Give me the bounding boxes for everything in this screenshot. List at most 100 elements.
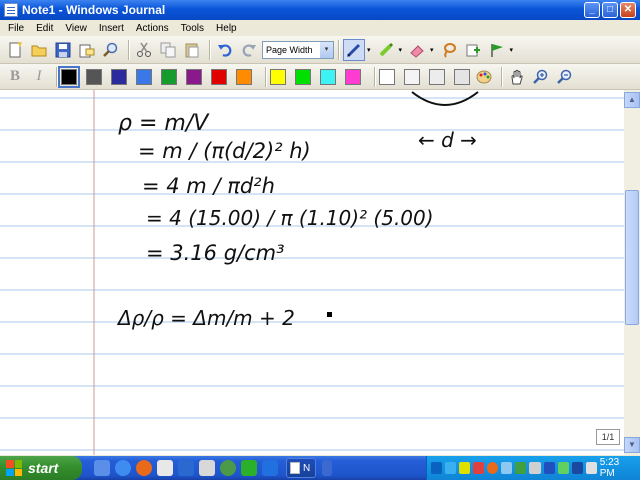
highlighter-tool-button[interactable]	[375, 39, 397, 61]
highlighter-icon	[379, 42, 393, 56]
cut-button[interactable]	[133, 39, 155, 61]
highlighter-color-swatch-4[interactable]	[345, 68, 361, 85]
highlighter-dropdown-arrow[interactable]: ▾	[399, 46, 403, 54]
email-icon[interactable]	[157, 460, 173, 476]
collapse-tray-icon[interactable]	[431, 462, 443, 474]
zoom-in-button[interactable]	[530, 66, 552, 88]
copy-button[interactable]	[157, 39, 179, 61]
pen-color-swatch-3[interactable]	[111, 68, 127, 85]
pan-tool-button[interactable]	[506, 66, 528, 88]
taskbar-journal-button[interactable]: N	[286, 458, 316, 478]
pen-color-swatch-5[interactable]	[161, 68, 177, 85]
monitor-icon[interactable]	[501, 462, 513, 474]
minimize-button[interactable]: _	[584, 2, 600, 18]
new-note-button[interactable]	[4, 39, 26, 61]
menu-insert[interactable]: Insert	[93, 23, 130, 34]
paste-button[interactable]	[181, 39, 203, 61]
save-button[interactable]	[52, 39, 74, 61]
eraser-dropdown-arrow[interactable]: ▾	[430, 46, 434, 54]
palette-icon	[476, 70, 492, 83]
messenger-icon[interactable]	[241, 460, 257, 476]
scroll-up-button[interactable]: ▲	[624, 92, 640, 108]
insert-space-button[interactable]	[462, 39, 484, 61]
menu-help[interactable]: Help	[210, 23, 243, 34]
window-title: Note1 - Windows Journal	[22, 3, 166, 17]
photo-viewer-icon[interactable]	[262, 460, 278, 476]
taskbar-expand-icon[interactable]	[322, 460, 332, 476]
menu-tools[interactable]: Tools	[175, 23, 210, 34]
network-icon[interactable]	[445, 462, 457, 474]
color-palette-button[interactable]	[473, 66, 495, 88]
folder-icon	[31, 45, 47, 56]
clock[interactable]: 5:23 PM	[600, 457, 634, 479]
firefox-icon[interactable]	[136, 460, 152, 476]
journal-app-icon[interactable]	[4, 3, 18, 17]
menu-view[interactable]: View	[59, 23, 93, 34]
menu-edit[interactable]: Edit	[30, 23, 59, 34]
highlighter-color-swatch-3[interactable]	[320, 68, 336, 85]
redo-button[interactable]	[238, 39, 260, 61]
start-button[interactable]: start	[0, 456, 82, 480]
pen-color-swatch-1[interactable]	[58, 65, 80, 88]
bluetooth-icon[interactable]	[543, 462, 555, 474]
close-button[interactable]: ✕	[620, 2, 636, 18]
maximize-button[interactable]: □	[602, 2, 618, 18]
vertical-scrollbar[interactable]: ▲ ▼	[624, 90, 640, 455]
taskbar-journal-label: N	[303, 462, 311, 474]
eraser-icon	[410, 44, 424, 58]
new-note-icon	[9, 41, 22, 57]
volume-icon[interactable]	[585, 462, 597, 474]
explorer-window-icon[interactable]	[199, 460, 215, 476]
update-icon[interactable]	[515, 462, 527, 474]
menu-file[interactable]: File	[2, 23, 30, 34]
italic-button[interactable]: I	[28, 66, 50, 88]
open-button[interactable]	[28, 39, 50, 61]
chrome-icon[interactable]	[220, 460, 236, 476]
scroll-thumb[interactable]	[625, 190, 639, 325]
scroll-down-button[interactable]: ▼	[624, 437, 640, 453]
flag-dropdown-arrow[interactable]: ▾	[510, 46, 514, 54]
display-icon[interactable]	[571, 462, 583, 474]
lasso-select-button[interactable]	[438, 39, 460, 61]
chevron-down-icon[interactable]: ▾	[320, 41, 333, 58]
find-button[interactable]	[100, 39, 122, 61]
note-page[interactable]: ρ = m/V = m / (π(d/2)² h) = 4 m / πd²h =…	[0, 90, 624, 455]
pen-color-swatch-8[interactable]	[236, 68, 252, 85]
custom-color-swatch-1[interactable]	[379, 68, 395, 85]
pen-tool-button[interactable]	[343, 38, 365, 61]
pen-color-swatch-6[interactable]	[186, 68, 202, 85]
custom-color-swatches	[379, 68, 479, 85]
page-indicator: 1/1	[596, 429, 620, 445]
pen-dropdown-arrow[interactable]: ▾	[367, 46, 371, 54]
pen-color-swatch-4[interactable]	[136, 68, 152, 85]
custom-color-swatch-2[interactable]	[404, 68, 420, 85]
start-label: start	[28, 460, 59, 476]
tablet-icon[interactable]	[529, 462, 541, 474]
show-desktop-icon[interactable]	[94, 460, 110, 476]
security-icon[interactable]	[459, 462, 471, 474]
custom-color-swatch-4[interactable]	[454, 68, 470, 85]
media-player-icon[interactable]	[178, 460, 194, 476]
bold-button[interactable]: B	[4, 66, 26, 88]
custom-color-swatch-3[interactable]	[429, 68, 445, 85]
flag-button[interactable]	[486, 39, 508, 61]
eraser-tool-button[interactable]	[406, 39, 428, 61]
undo-button[interactable]	[214, 39, 236, 61]
zoom-dropdown[interactable]: Page Width ▾	[262, 40, 334, 59]
firefox-tray-icon[interactable]	[487, 462, 499, 474]
ink-line-volume-substitution: = m / (π(d/2)² h)	[138, 139, 311, 163]
ink-diameter-label: ← d →	[418, 128, 477, 152]
lasso-icon	[443, 42, 456, 58]
menu-actions[interactable]: Actions	[130, 23, 175, 34]
internet-explorer-icon[interactable]	[115, 460, 131, 476]
send-email-button[interactable]	[76, 39, 98, 61]
sync-icon[interactable]	[557, 462, 569, 474]
pen-color-swatch-7[interactable]	[211, 68, 227, 85]
clipboard-icon	[185, 43, 199, 57]
highlighter-color-swatch-2[interactable]	[295, 68, 311, 85]
antivirus-icon[interactable]	[473, 462, 485, 474]
pen-color-swatch-2[interactable]	[86, 68, 102, 85]
ink-line-result: = 3.16 g/cm³	[146, 241, 285, 265]
zoom-out-button[interactable]	[554, 66, 576, 88]
highlighter-color-swatch-1[interactable]	[270, 68, 286, 85]
